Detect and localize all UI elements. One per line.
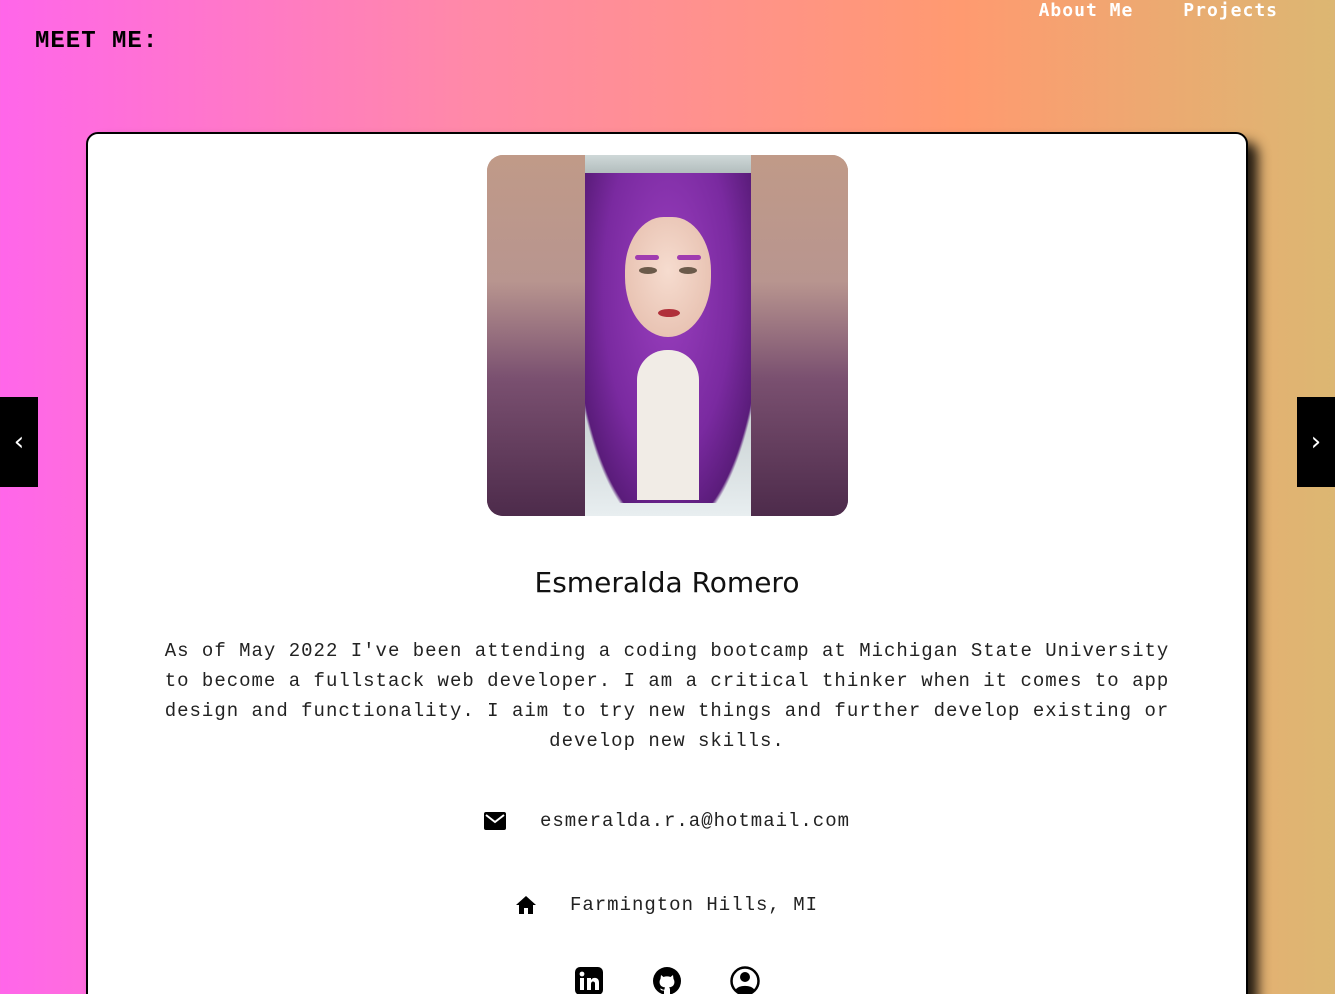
nav-projects[interactable]: Projects xyxy=(1183,0,1278,21)
carousel-next-button[interactable]: › xyxy=(1297,397,1335,487)
user-circle-icon[interactable] xyxy=(730,966,760,994)
home-icon xyxy=(515,896,536,914)
profile-name: Esmeralda Romero xyxy=(534,566,800,599)
location-text: Farmington Hills, MI xyxy=(569,894,819,916)
profile-bio: As of May 2022 I've been attending a cod… xyxy=(164,640,1170,752)
page-label: MEET ME: xyxy=(35,28,159,55)
linkedin-icon[interactable] xyxy=(574,966,604,994)
nav-about-me[interactable]: About Me xyxy=(1039,0,1134,21)
mail-icon xyxy=(483,812,506,830)
github-icon[interactable] xyxy=(652,966,682,994)
location-row: Farmington Hills, MI xyxy=(88,894,1246,916)
email-row: esmeralda.r.a@hotmail.com xyxy=(88,810,1246,832)
carousel-prev-button[interactable]: ‹ xyxy=(0,397,38,487)
profile-card: Esmeralda Romero As of May 2022 I've bee… xyxy=(86,132,1248,994)
top-nav: About Me Projects xyxy=(1039,0,1278,21)
profile-photo xyxy=(487,155,848,516)
email-text[interactable]: esmeralda.r.a@hotmail.com xyxy=(540,810,850,832)
social-links xyxy=(88,966,1246,994)
